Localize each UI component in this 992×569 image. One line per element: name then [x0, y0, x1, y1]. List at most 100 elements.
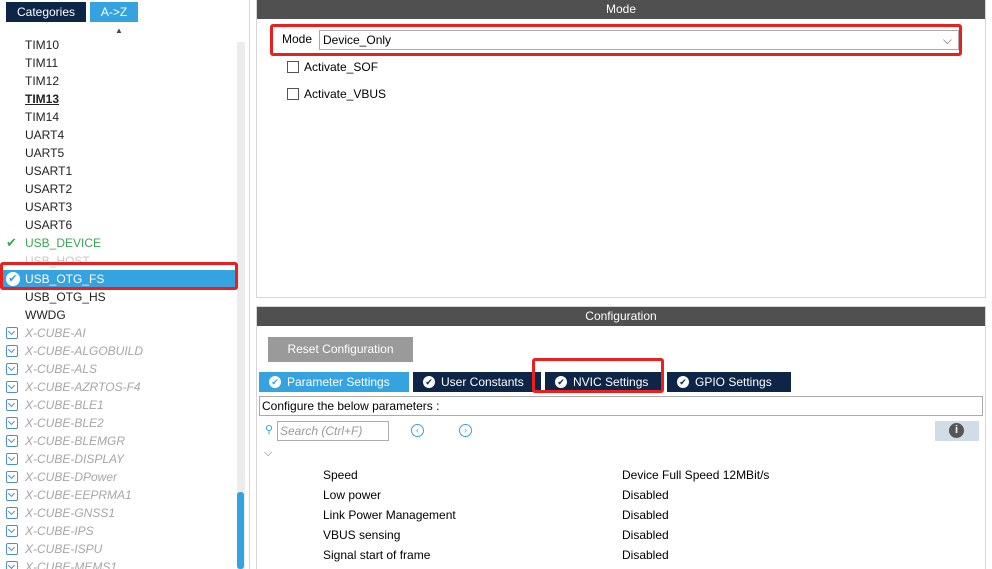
- tab-user-constants[interactable]: ✔ User Constants: [413, 372, 541, 392]
- table-row[interactable]: VBUS sensing Disabled: [257, 525, 985, 545]
- list-item[interactable]: X-CUBE-BLE1: [0, 396, 236, 414]
- download-icon: [6, 417, 18, 429]
- list-item[interactable]: TIM12: [0, 72, 236, 90]
- list-item-label: X-CUBE-BLE1: [25, 398, 104, 412]
- list-item[interactable]: USART1: [0, 162, 236, 180]
- check-circle-icon: ✔: [677, 376, 689, 388]
- tab-label: User Constants: [441, 375, 524, 389]
- list-item[interactable]: USART3: [0, 198, 236, 216]
- activate-sof-checkbox[interactable]: [287, 61, 299, 73]
- list-item[interactable]: ✔ USB_OTG_FS: [0, 270, 236, 288]
- list-item-label: X-CUBE-ALGOBUILD: [25, 344, 144, 358]
- activate-vbus-checkbox[interactable]: [287, 88, 299, 100]
- parameter-table: Speed Device Full Speed 12MBit/s Low power…: [257, 465, 985, 565]
- download-icon: [6, 399, 18, 411]
- download-icon: [6, 435, 18, 447]
- list-item-label: X-CUBE-ISPU: [25, 542, 103, 556]
- tab-categories[interactable]: Categories: [6, 2, 86, 22]
- list-item[interactable]: X-CUBE-IPS: [0, 522, 236, 540]
- download-icon: [6, 453, 18, 465]
- list-item[interactable]: X-CUBE-MEMS1: [0, 558, 236, 569]
- table-row[interactable]: Signal start of frame Disabled: [257, 545, 985, 565]
- list-item[interactable]: TIM10: [0, 36, 236, 54]
- next-icon[interactable]: ›: [459, 424, 472, 437]
- config-tab-bar: ✔ Parameter Settings ✔ User Constants ✔ …: [259, 372, 985, 392]
- search-icon: ⚲: [265, 424, 274, 436]
- info-button[interactable]: i: [935, 421, 979, 441]
- list-item[interactable]: ✔ USB_DEVICE: [0, 234, 236, 252]
- download-icon: [6, 543, 18, 555]
- list-item-label: USB_DEVICE: [25, 236, 102, 250]
- list-item-label: USB_HOST: [25, 254, 90, 268]
- tab-gpio-settings[interactable]: ✔ GPIO Settings: [667, 372, 791, 392]
- list-item-label: X-CUBE-BLEMGR: [25, 434, 126, 448]
- list-item-label: USART2: [25, 182, 73, 196]
- list-item-label: X-CUBE-GNSS1: [25, 506, 116, 520]
- mode-label: Mode: [282, 32, 313, 46]
- sort-up-icon[interactable]: ▲: [115, 26, 123, 35]
- tab-label: Parameter Settings: [287, 375, 390, 389]
- table-row[interactable]: Speed Device Full Speed 12MBit/s: [257, 465, 985, 485]
- check-icon: ✔: [6, 235, 17, 250]
- reset-configuration-button[interactable]: Reset Configuration: [268, 337, 413, 362]
- list-item[interactable]: X-CUBE-ALGOBUILD: [0, 342, 236, 360]
- list-item[interactable]: USB_HOST: [0, 252, 236, 270]
- chevron-down-icon[interactable]: ⌵: [264, 447, 272, 460]
- activate-vbus-label: Activate_VBUS: [304, 87, 387, 101]
- list-item[interactable]: USART2: [0, 180, 236, 198]
- chevron-down-icon[interactable]: ⌵: [943, 33, 952, 48]
- list-item-label: X-CUBE-AI: [25, 326, 86, 340]
- list-item-label: X-CUBE-EEPRMA1: [25, 488, 132, 502]
- tab-parameter-settings[interactable]: ✔ Parameter Settings: [259, 372, 409, 392]
- list-item[interactable]: X-CUBE-ALS: [0, 360, 236, 378]
- list-item[interactable]: X-CUBE-AZRTOS-F4: [0, 378, 236, 396]
- list-item[interactable]: USART6: [0, 216, 236, 234]
- parameter-value[interactable]: Disabled: [622, 525, 669, 545]
- check-circle-icon: ✔: [269, 376, 281, 388]
- tab-label: GPIO Settings: [695, 375, 772, 389]
- list-item-label: TIM14: [25, 110, 60, 124]
- list-item[interactable]: X-CUBE-BLE2: [0, 414, 236, 432]
- search-row: ⚲ Search (Ctrl+F) ‹ › i: [263, 421, 983, 443]
- list-item-label: USB_OTG_HS: [25, 290, 106, 304]
- list-item-label: USART1: [25, 164, 73, 178]
- tab-a-to-z[interactable]: A->Z: [90, 2, 138, 22]
- peripheral-list: TIM10 TIM11 TIM12 TIM13 TIM14 UART4 UART5 USART…: [0, 36, 236, 569]
- list-item[interactable]: X-CUBE-DISPLAY: [0, 450, 236, 468]
- list-item[interactable]: X-CUBE-EEPRMA1: [0, 486, 236, 504]
- list-item-label: X-CUBE-AZRTOS-F4: [25, 380, 141, 394]
- list-item-label: USART3: [25, 200, 73, 214]
- list-item[interactable]: TIM13: [0, 90, 236, 108]
- download-icon: [6, 327, 18, 339]
- scrollbar-track[interactable]: [237, 42, 245, 569]
- table-row[interactable]: Link Power Management Disabled: [257, 505, 985, 525]
- list-item[interactable]: X-CUBE-DPower: [0, 468, 236, 486]
- parameter-value[interactable]: Disabled: [622, 505, 669, 525]
- activate-sof-label: Activate_SOF: [304, 60, 379, 74]
- table-row[interactable]: Low power Disabled: [257, 485, 985, 505]
- search-input[interactable]: Search (Ctrl+F): [277, 421, 389, 441]
- check-icon: ✔: [6, 272, 20, 286]
- list-item[interactable]: USB_OTG_HS: [0, 288, 236, 306]
- mode-select[interactable]: Device_Only ⌵: [319, 30, 959, 50]
- list-item[interactable]: X-CUBE-GNSS1: [0, 504, 236, 522]
- parameter-value[interactable]: Device Full Speed 12MBit/s: [622, 465, 769, 485]
- list-item-label: X-CUBE-ALS: [25, 362, 98, 376]
- list-item-label: TIM13: [25, 92, 60, 106]
- list-item[interactable]: UART4: [0, 126, 236, 144]
- list-item-label: TIM12: [25, 74, 60, 88]
- tab-nvic-settings[interactable]: ✔ NVIC Settings: [545, 372, 663, 392]
- list-item[interactable]: TIM14: [0, 108, 236, 126]
- list-item[interactable]: X-CUBE-BLEMGR: [0, 432, 236, 450]
- list-item[interactable]: X-CUBE-ISPU: [0, 540, 236, 558]
- list-item[interactable]: TIM11: [0, 54, 236, 72]
- check-circle-icon: ✔: [555, 376, 567, 388]
- parameter-value[interactable]: Disabled: [622, 485, 669, 505]
- parameter-value[interactable]: Disabled: [622, 545, 669, 565]
- list-item[interactable]: X-CUBE-AI: [0, 324, 236, 342]
- list-item[interactable]: WWDG: [0, 306, 236, 324]
- list-item[interactable]: UART5: [0, 144, 236, 162]
- scrollbar-thumb[interactable]: [237, 492, 244, 569]
- info-icon: i: [949, 423, 964, 438]
- previous-icon[interactable]: ‹: [411, 424, 424, 437]
